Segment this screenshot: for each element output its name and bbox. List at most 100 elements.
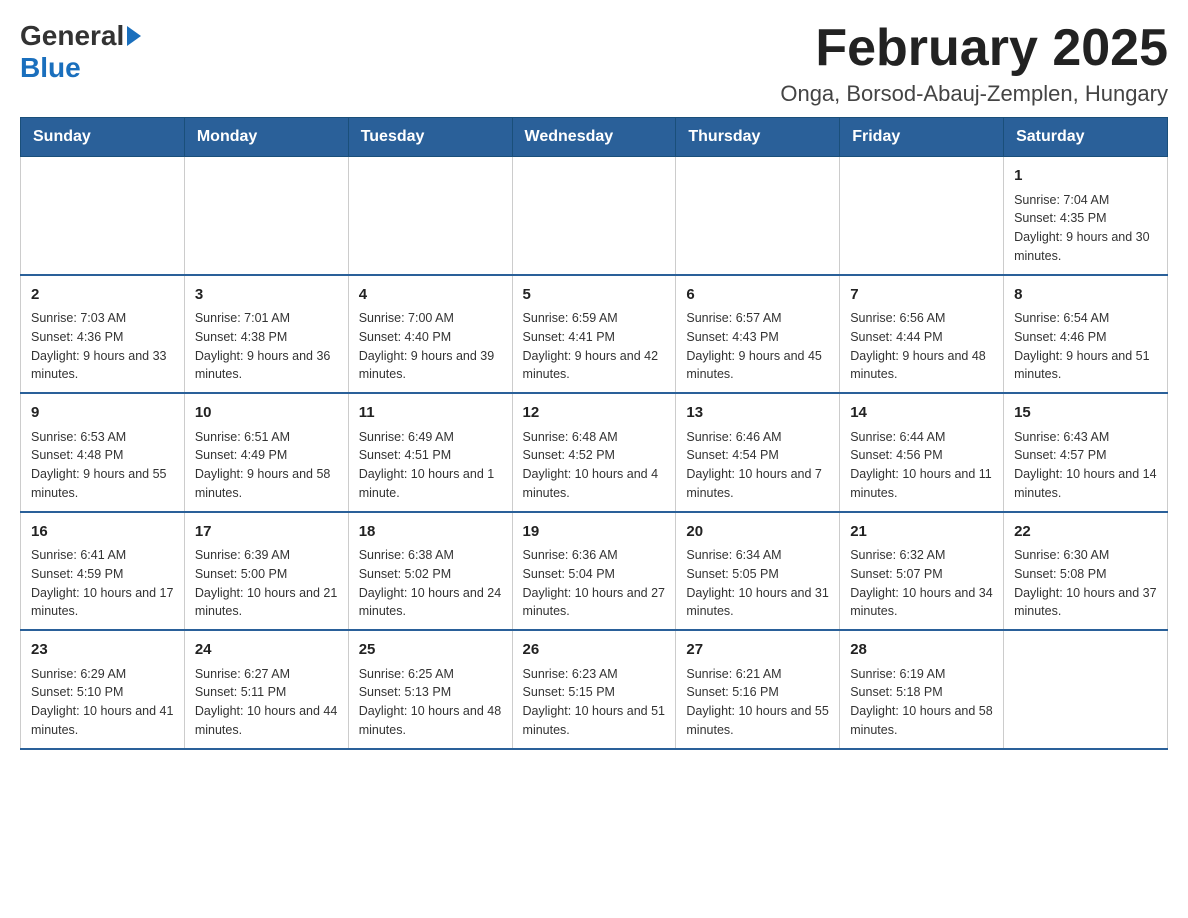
day-number: 6	[686, 284, 829, 307]
day-number: 22	[1014, 521, 1157, 544]
calendar-cell	[1004, 630, 1168, 749]
day-number: 14	[850, 402, 993, 425]
calendar-cell: 13Sunrise: 6:46 AMSunset: 4:54 PMDayligh…	[676, 393, 840, 512]
weekday-header-saturday: Saturday	[1004, 118, 1168, 157]
day-info: Sunrise: 6:29 AMSunset: 5:10 PMDaylight:…	[31, 665, 174, 740]
day-number: 17	[195, 521, 338, 544]
day-info: Sunrise: 6:25 AMSunset: 5:13 PMDaylight:…	[359, 665, 502, 740]
calendar-cell: 19Sunrise: 6:36 AMSunset: 5:04 PMDayligh…	[512, 512, 676, 631]
day-info: Sunrise: 6:21 AMSunset: 5:16 PMDaylight:…	[686, 665, 829, 740]
day-info: Sunrise: 6:59 AMSunset: 4:41 PMDaylight:…	[523, 309, 666, 384]
day-info: Sunrise: 6:19 AMSunset: 5:18 PMDaylight:…	[850, 665, 993, 740]
day-number: 12	[523, 402, 666, 425]
calendar-cell: 6Sunrise: 6:57 AMSunset: 4:43 PMDaylight…	[676, 275, 840, 394]
day-info: Sunrise: 6:54 AMSunset: 4:46 PMDaylight:…	[1014, 309, 1157, 384]
day-number: 7	[850, 284, 993, 307]
day-number: 2	[31, 284, 174, 307]
day-number: 26	[523, 639, 666, 662]
weekday-header-thursday: Thursday	[676, 118, 840, 157]
day-info: Sunrise: 7:03 AMSunset: 4:36 PMDaylight:…	[31, 309, 174, 384]
calendar-week-row: 2Sunrise: 7:03 AMSunset: 4:36 PMDaylight…	[21, 275, 1168, 394]
day-info: Sunrise: 6:49 AMSunset: 4:51 PMDaylight:…	[359, 428, 502, 503]
calendar-cell: 21Sunrise: 6:32 AMSunset: 5:07 PMDayligh…	[840, 512, 1004, 631]
day-info: Sunrise: 6:44 AMSunset: 4:56 PMDaylight:…	[850, 428, 993, 503]
calendar-cell	[676, 157, 840, 275]
day-info: Sunrise: 6:23 AMSunset: 5:15 PMDaylight:…	[523, 665, 666, 740]
calendar-cell: 27 Sunrise: 6:21 AMSunset: 5:16 PMDayligh…	[676, 630, 840, 749]
calendar-cell: 4Sunrise: 7:00 AMSunset: 4:40 PMDaylight…	[348, 275, 512, 394]
calendar-cell: 28 Sunrise: 6:19 AMSunset: 5:18 PMDayligh…	[840, 630, 1004, 749]
weekday-header-row: SundayMondayTuesdayWednesdayThursdayFrid…	[21, 118, 1168, 157]
day-number: 21	[850, 521, 993, 544]
day-number: 8	[1014, 284, 1157, 307]
day-number: 19	[523, 521, 666, 544]
page-header: General Blue February 2025 Onga, Borsod-…	[20, 20, 1168, 107]
day-info: Sunrise: 6:38 AMSunset: 5:02 PMDaylight:…	[359, 546, 502, 621]
calendar-cell: 17Sunrise: 6:39 AMSunset: 5:00 PMDayligh…	[184, 512, 348, 631]
day-number: 27	[686, 639, 829, 662]
day-number: 23	[31, 639, 174, 662]
month-title: February 2025	[780, 20, 1168, 77]
calendar-cell	[512, 157, 676, 275]
day-info: Sunrise: 7:04 AMSunset: 4:35 PMDaylight:…	[1014, 191, 1157, 266]
calendar-week-row: 23 Sunrise: 6:29 AMSunset: 5:10 PMDayligh…	[21, 630, 1168, 749]
calendar-cell	[840, 157, 1004, 275]
calendar-table: SundayMondayTuesdayWednesdayThursdayFrid…	[20, 117, 1168, 750]
calendar-cell	[348, 157, 512, 275]
calendar-cell: 22Sunrise: 6:30 AMSunset: 5:08 PMDayligh…	[1004, 512, 1168, 631]
day-info: Sunrise: 7:01 AMSunset: 4:38 PMDaylight:…	[195, 309, 338, 384]
calendar-cell	[184, 157, 348, 275]
day-info: Sunrise: 6:39 AMSunset: 5:00 PMDaylight:…	[195, 546, 338, 621]
calendar-cell: 18Sunrise: 6:38 AMSunset: 5:02 PMDayligh…	[348, 512, 512, 631]
calendar-cell: 16Sunrise: 6:41 AMSunset: 4:59 PMDayligh…	[21, 512, 185, 631]
logo-blue-text: Blue	[20, 52, 81, 83]
logo: General Blue	[20, 20, 144, 84]
day-number: 20	[686, 521, 829, 544]
calendar-cell: 8Sunrise: 6:54 AMSunset: 4:46 PMDaylight…	[1004, 275, 1168, 394]
day-number: 24	[195, 639, 338, 662]
calendar-cell: 12 Sunrise: 6:48 AMSunset: 4:52 PMDayligh…	[512, 393, 676, 512]
calendar-cell: 1 Sunrise: 7:04 AMSunset: 4:35 PMDaylight…	[1004, 157, 1168, 275]
calendar-cell: 24 Sunrise: 6:27 AMSunset: 5:11 PMDayligh…	[184, 630, 348, 749]
day-info: Sunrise: 6:27 AMSunset: 5:11 PMDaylight:…	[195, 665, 338, 740]
calendar-cell: 3Sunrise: 7:01 AMSunset: 4:38 PMDaylight…	[184, 275, 348, 394]
calendar-cell: 26 Sunrise: 6:23 AMSunset: 5:15 PMDayligh…	[512, 630, 676, 749]
day-number: 4	[359, 284, 502, 307]
calendar-cell: 14 Sunrise: 6:44 AMSunset: 4:56 PMDayligh…	[840, 393, 1004, 512]
weekday-header-monday: Monday	[184, 118, 348, 157]
calendar-cell	[21, 157, 185, 275]
day-number: 11	[359, 402, 502, 425]
day-number: 10	[195, 402, 338, 425]
day-number: 1	[1014, 165, 1157, 188]
weekday-header-sunday: Sunday	[21, 118, 185, 157]
day-info: Sunrise: 6:43 AMSunset: 4:57 PMDaylight:…	[1014, 428, 1157, 503]
day-info: Sunrise: 6:56 AMSunset: 4:44 PMDaylight:…	[850, 309, 993, 384]
day-info: Sunrise: 6:48 AMSunset: 4:52 PMDaylight:…	[523, 428, 666, 503]
weekday-header-wednesday: Wednesday	[512, 118, 676, 157]
day-info: Sunrise: 7:00 AMSunset: 4:40 PMDaylight:…	[359, 309, 502, 384]
calendar-cell: 23 Sunrise: 6:29 AMSunset: 5:10 PMDayligh…	[21, 630, 185, 749]
logo-triangle-icon	[127, 26, 141, 46]
calendar-cell: 11 Sunrise: 6:49 AMSunset: 4:51 PMDayligh…	[348, 393, 512, 512]
calendar-cell: 20Sunrise: 6:34 AMSunset: 5:05 PMDayligh…	[676, 512, 840, 631]
day-number: 28	[850, 639, 993, 662]
day-number: 3	[195, 284, 338, 307]
day-info: Sunrise: 6:34 AMSunset: 5:05 PMDaylight:…	[686, 546, 829, 621]
day-info: Sunrise: 6:30 AMSunset: 5:08 PMDaylight:…	[1014, 546, 1157, 621]
day-number: 13	[686, 402, 829, 425]
logo-general-text: General	[20, 20, 124, 52]
day-number: 25	[359, 639, 502, 662]
day-info: Sunrise: 6:51 AMSunset: 4:49 PMDaylight:…	[195, 428, 338, 503]
day-info: Sunrise: 6:57 AMSunset: 4:43 PMDaylight:…	[686, 309, 829, 384]
day-number: 15	[1014, 402, 1157, 425]
calendar-week-row: 9Sunrise: 6:53 AMSunset: 4:48 PMDaylight…	[21, 393, 1168, 512]
day-number: 5	[523, 284, 666, 307]
day-number: 18	[359, 521, 502, 544]
day-info: Sunrise: 6:36 AMSunset: 5:04 PMDaylight:…	[523, 546, 666, 621]
calendar-cell: 15 Sunrise: 6:43 AMSunset: 4:57 PMDayligh…	[1004, 393, 1168, 512]
calendar-cell: 25 Sunrise: 6:25 AMSunset: 5:13 PMDayligh…	[348, 630, 512, 749]
weekday-header-tuesday: Tuesday	[348, 118, 512, 157]
calendar-cell: 9Sunrise: 6:53 AMSunset: 4:48 PMDaylight…	[21, 393, 185, 512]
title-block: February 2025 Onga, Borsod-Abauj-Zemplen…	[780, 20, 1168, 107]
day-info: Sunrise: 6:41 AMSunset: 4:59 PMDaylight:…	[31, 546, 174, 621]
